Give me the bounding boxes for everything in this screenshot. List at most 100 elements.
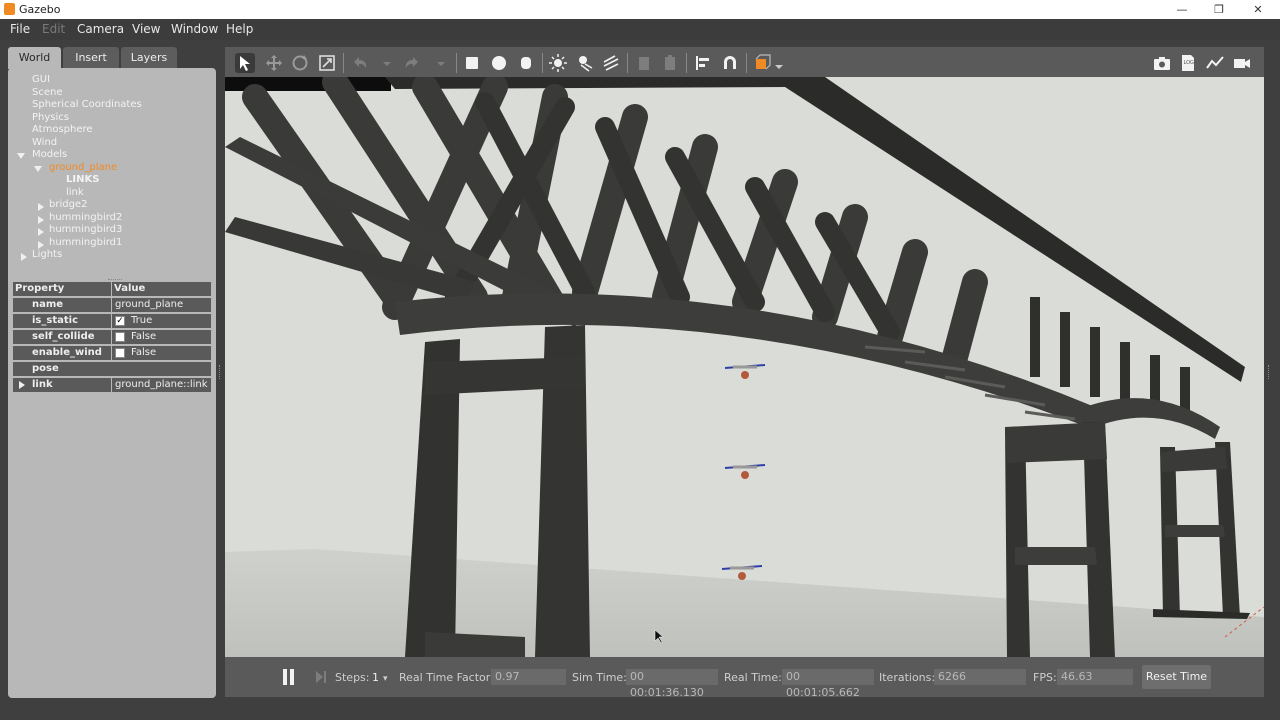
- property-row-is-static[interactable]: is_static ✓ True: [13, 314, 211, 328]
- menu-camera[interactable]: Camera: [77, 22, 124, 36]
- tree-scene[interactable]: Scene: [32, 87, 63, 99]
- tree-ground-plane[interactable]: ground_plane: [49, 162, 117, 174]
- tree-models[interactable]: Models: [32, 149, 67, 161]
- step-icon[interactable]: [315, 670, 327, 684]
- fps-label: FPS:: [1033, 671, 1057, 684]
- property-row-name[interactable]: name ground_plane: [13, 298, 211, 312]
- steps-spinner-icon[interactable]: ▾: [383, 674, 388, 684]
- menu-help[interactable]: Help: [226, 22, 253, 36]
- tree-hummingbird3[interactable]: hummingbird3: [49, 224, 122, 236]
- property-value-cell: False: [112, 330, 211, 344]
- is-static-checkbox[interactable]: ✓: [115, 316, 125, 326]
- real-time-factor-value: 0.97: [491, 669, 566, 685]
- right-resize-handle[interactable]: [1268, 365, 1272, 379]
- tree-gui[interactable]: GUI: [32, 74, 50, 86]
- property-row-link[interactable]: link ground_plane::link: [13, 378, 211, 392]
- reset-time-button[interactable]: Reset Time: [1142, 665, 1211, 689]
- property-value: False: [131, 331, 157, 342]
- tree-spherical-coordinates[interactable]: Spherical Coordinates: [32, 99, 142, 111]
- screenshot-icon[interactable]: [1152, 53, 1172, 73]
- sphere-icon[interactable]: [489, 53, 509, 73]
- align-icon[interactable]: [693, 53, 713, 73]
- select-icon[interactable]: [235, 53, 255, 73]
- pause-icon[interactable]: [283, 669, 295, 685]
- directional-light-icon[interactable]: [601, 53, 621, 73]
- record-icon[interactable]: [1232, 53, 1252, 73]
- view-angle-dropdown-icon[interactable]: [769, 53, 783, 73]
- box-icon[interactable]: [462, 53, 482, 73]
- undo-dropdown-icon[interactable]: [377, 53, 391, 73]
- expand-lights-icon[interactable]: [21, 253, 27, 261]
- close-icon[interactable]: ✕: [1238, 0, 1278, 19]
- restore-icon[interactable]: ❐: [1199, 0, 1239, 19]
- undo-icon[interactable]: [350, 53, 370, 73]
- tab-world[interactable]: World: [8, 47, 61, 69]
- menu-view[interactable]: View: [132, 22, 160, 36]
- paste-icon[interactable]: [660, 53, 680, 73]
- tree-hummingbird1[interactable]: hummingbird1: [49, 237, 122, 249]
- enable-wind-checkbox[interactable]: [115, 348, 125, 358]
- menu-file[interactable]: File: [10, 22, 30, 36]
- self-collide-checkbox[interactable]: [115, 332, 125, 342]
- snap-icon[interactable]: [720, 53, 740, 73]
- menu-edit[interactable]: Edit: [42, 22, 65, 36]
- property-row-enable-wind[interactable]: enable_wind False: [13, 346, 211, 360]
- rotate-icon[interactable]: [290, 53, 310, 73]
- property-key: is_static: [13, 314, 111, 328]
- cylinder-icon[interactable]: [516, 53, 536, 73]
- property-row-pose[interactable]: pose: [13, 362, 211, 376]
- steps-input[interactable]: 1: [372, 671, 379, 684]
- toolbar-separator: [746, 53, 747, 73]
- menu-window[interactable]: Window: [171, 22, 218, 36]
- tree-link[interactable]: link: [66, 187, 84, 199]
- expand-ground-plane-icon[interactable]: [34, 166, 42, 172]
- gazebo-app-icon: [4, 3, 15, 15]
- property-value[interactable]: ground_plane: [112, 298, 211, 312]
- window-title: Gazebo: [19, 3, 61, 16]
- expand-hummingbird3-icon[interactable]: [38, 228, 44, 236]
- bridge-scene[interactable]: [225, 77, 1264, 657]
- iterations-label: Iterations:: [879, 671, 936, 684]
- toolbar-separator: [542, 53, 543, 73]
- scale-icon[interactable]: [317, 53, 337, 73]
- tree-hummingbird2[interactable]: hummingbird2: [49, 212, 122, 224]
- property-key: name: [13, 298, 111, 312]
- world-panel: GUI Scene Spherical Coordinates Physics …: [8, 68, 216, 698]
- property-row-self-collide[interactable]: self_collide False: [13, 330, 211, 344]
- sim-time-value: 00 00:01:36.130: [626, 669, 718, 699]
- tree-atmosphere[interactable]: Atmosphere: [32, 124, 93, 136]
- translate-icon[interactable]: [264, 53, 284, 73]
- left-resize-handle[interactable]: [219, 365, 223, 379]
- property-value[interactable]: ground_plane::link: [112, 378, 211, 392]
- viewport-toolbar: LOG: [225, 47, 1264, 77]
- minimize-icon[interactable]: —: [1162, 0, 1202, 19]
- tree-lights[interactable]: Lights: [32, 249, 62, 261]
- redo-icon[interactable]: [402, 53, 422, 73]
- 3d-viewport[interactable]: [225, 77, 1264, 657]
- tree-bridge2[interactable]: bridge2: [49, 199, 87, 211]
- point-light-icon[interactable]: [548, 53, 568, 73]
- property-key: enable_wind: [13, 346, 111, 360]
- redo-dropdown-icon[interactable]: [431, 53, 445, 73]
- expand-link-icon[interactable]: [19, 381, 25, 389]
- log-icon[interactable]: LOG: [1178, 53, 1198, 73]
- toolbar-separator: [686, 53, 687, 73]
- toolbar-separator: [343, 53, 344, 73]
- expand-hummingbird1-icon[interactable]: [38, 241, 44, 249]
- copy-icon[interactable]: [634, 53, 654, 73]
- spot-light-icon[interactable]: [575, 53, 595, 73]
- tab-insert[interactable]: Insert: [63, 47, 119, 68]
- tree-physics[interactable]: Physics: [32, 112, 69, 124]
- plot-icon[interactable]: [1205, 53, 1225, 73]
- property-value: False: [131, 347, 157, 358]
- value-column-header: Value: [112, 282, 211, 296]
- simulation-bar: Steps: 1 ▾ Real Time Factor: 0.97 Sim Ti…: [225, 657, 1264, 699]
- panel-splitter[interactable]: [108, 279, 122, 281]
- real-time-factor-label: Real Time Factor:: [399, 671, 494, 684]
- tab-layers[interactable]: Layers: [121, 47, 177, 68]
- property-key: self_collide: [13, 330, 111, 344]
- expand-hummingbird2-icon[interactable]: [38, 216, 44, 224]
- expand-models-icon[interactable]: [17, 153, 25, 159]
- tree-wind[interactable]: Wind: [32, 137, 57, 149]
- expand-bridge2-icon[interactable]: [38, 203, 44, 211]
